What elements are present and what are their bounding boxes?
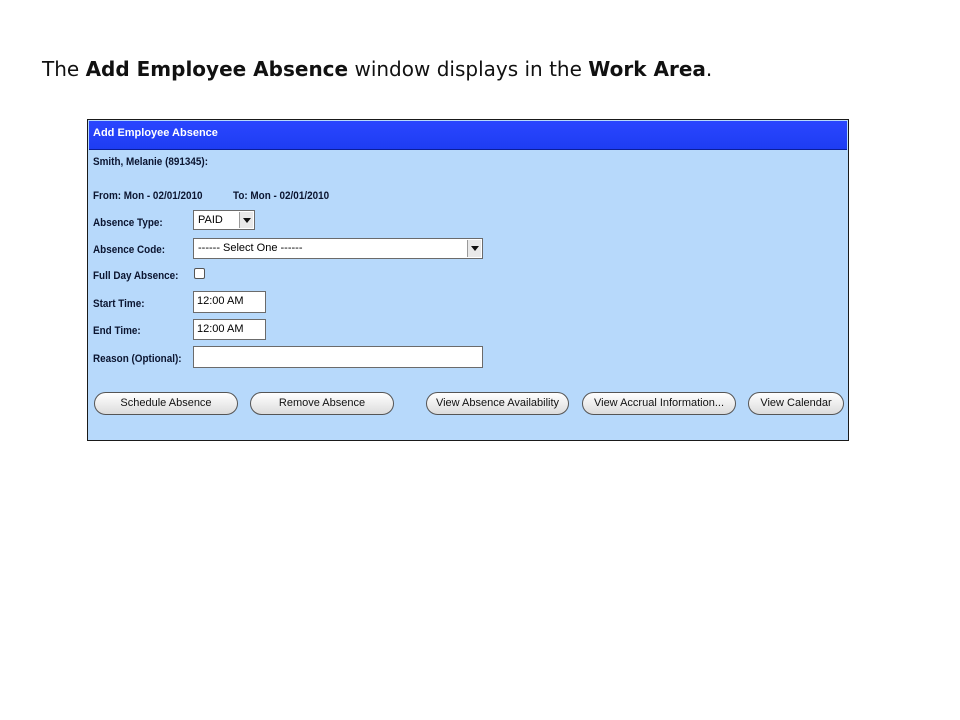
to-date: To: Mon - 02/01/2010 [233, 190, 330, 202]
add-employee-absence-window: Add Employee Absence Smith, Melanie (891… [87, 119, 849, 441]
caption-suffix: . [705, 57, 713, 81]
full-day-absence-label: Full Day Absence: [93, 270, 179, 282]
absence-type-value: PAID [198, 214, 223, 226]
employee-name: Smith, Melanie (891345): [93, 156, 209, 168]
start-time-label: Start Time: [93, 298, 145, 310]
reason-input[interactable] [193, 346, 483, 368]
reason-label: Reason (Optional): [93, 353, 182, 365]
absence-type-label: Absence Type: [93, 217, 163, 229]
end-time-input[interactable]: 12:00 AM [193, 319, 266, 340]
window-title: Add Employee Absence [93, 127, 218, 139]
caption: The Add Employee Absence window displays… [42, 57, 712, 81]
end-time-label: End Time: [93, 325, 141, 337]
full-day-absence-checkbox[interactable] [194, 268, 205, 279]
caption-middle: window displays in the [348, 57, 589, 81]
absence-code-value: ------ Select One ------ [198, 242, 303, 254]
window-titlebar: Add Employee Absence [89, 121, 847, 150]
caption-prefix: The [42, 57, 86, 81]
absence-type-select[interactable]: PAID [193, 210, 255, 230]
view-calendar-button[interactable]: View Calendar [748, 392, 844, 415]
remove-absence-button[interactable]: Remove Absence [250, 392, 394, 415]
chevron-down-icon[interactable] [239, 212, 253, 228]
start-time-input[interactable]: 12:00 AM [193, 291, 266, 313]
absence-code-select[interactable]: ------ Select One ------ [193, 238, 483, 259]
view-accrual-information-button[interactable]: View Accrual Information... [582, 392, 736, 415]
caption-window-name: Add Employee Absence [85, 57, 349, 81]
view-absence-availability-button[interactable]: View Absence Availability [426, 392, 569, 415]
from-date: From: Mon - 02/01/2010 [93, 190, 203, 202]
chevron-down-icon[interactable] [467, 240, 481, 257]
schedule-absence-button[interactable]: Schedule Absence [94, 392, 238, 415]
caption-area-name: Work Area [588, 57, 706, 81]
absence-code-label: Absence Code: [93, 244, 166, 256]
